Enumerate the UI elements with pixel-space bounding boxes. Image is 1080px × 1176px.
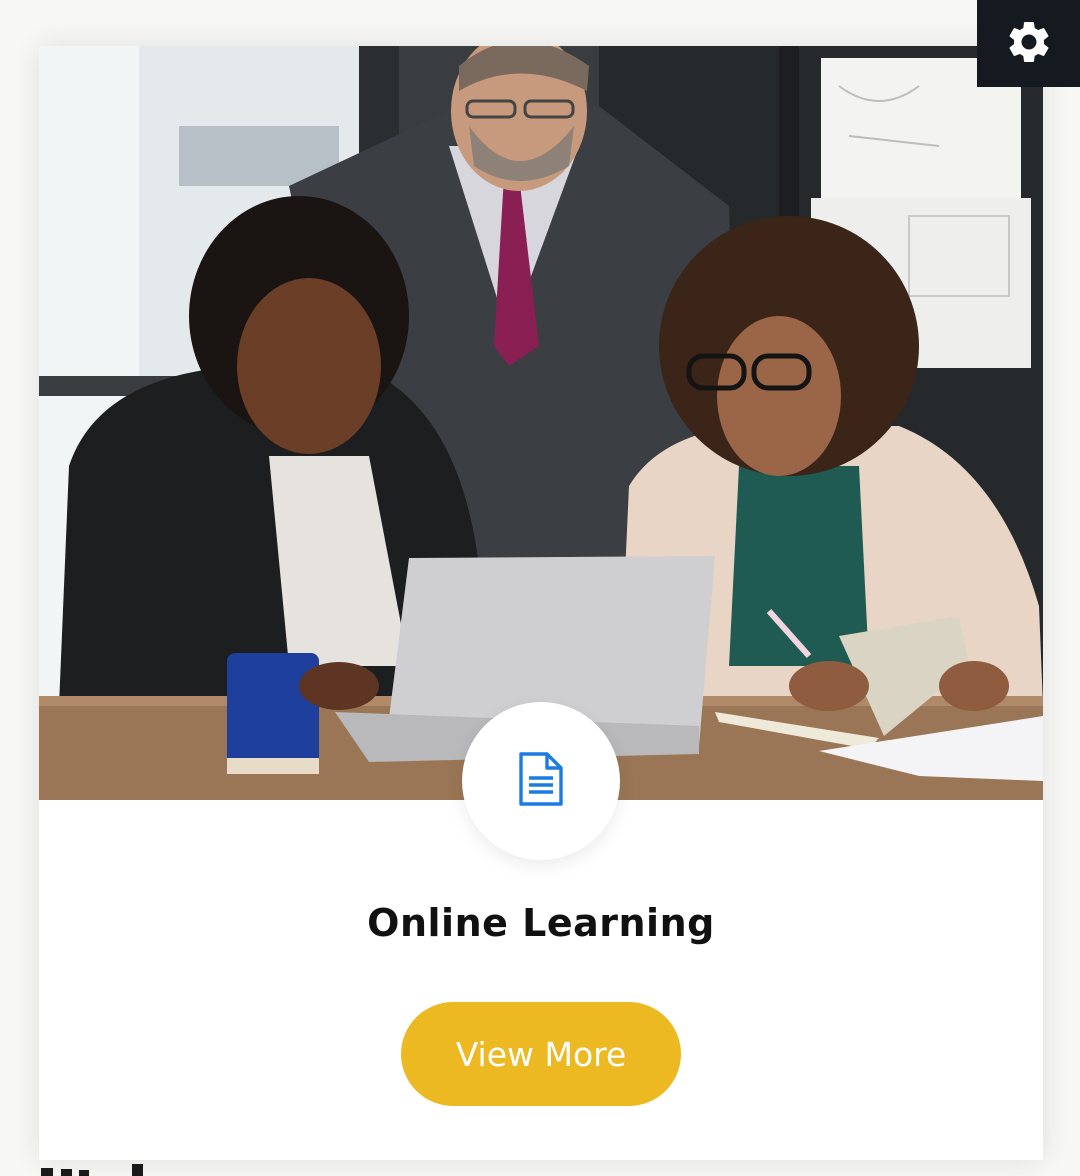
document-icon — [517, 752, 565, 810]
next-heading-fragment — [39, 1159, 199, 1176]
settings-button[interactable] — [977, 0, 1080, 87]
service-card: Online Learning View More — [39, 46, 1043, 1160]
view-more-button[interactable]: View More — [401, 1002, 681, 1106]
card-photo — [39, 46, 1043, 800]
gear-icon — [1004, 17, 1054, 71]
card-icon-circle — [462, 702, 620, 860]
card-title: Online Learning — [367, 901, 715, 945]
